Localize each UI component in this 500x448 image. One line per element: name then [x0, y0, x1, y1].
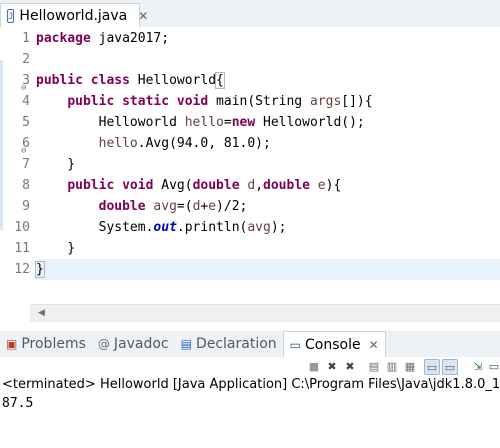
code-line-5: Helloworld hello=new Helloworld();	[98, 115, 365, 130]
tab-problems[interactable]: ▣ Problems	[0, 331, 92, 357]
scroll-left-icon[interactable]: ◀	[38, 305, 45, 322]
line-number: 10	[14, 220, 30, 235]
clear-console-icon[interactable]: ▤	[366, 359, 382, 375]
code-line-11: }	[36, 241, 76, 256]
tab-declaration[interactable]: ▤ Declaration	[175, 331, 283, 357]
line-number: 1	[22, 31, 30, 46]
declaration-icon: ▤	[180, 337, 192, 351]
line-number: 12	[14, 262, 30, 277]
fold-collapse-icon[interactable]: ⊖	[21, 146, 26, 156]
console-icon: ▭	[289, 337, 302, 352]
tab-declaration-label: Declaration	[195, 336, 277, 352]
line-number-ruler: 1 2 3 4 5 6 7 8 9 10 11 12	[10, 28, 30, 280]
code-line-7: }	[36, 157, 76, 172]
line-number: 4	[22, 94, 30, 109]
line-number: 5	[22, 115, 30, 130]
close-icon[interactable]: ✕	[369, 338, 379, 352]
tab-javadoc-label: Javadoc	[113, 336, 169, 352]
tab-console-label: Console	[305, 336, 361, 353]
show-on-stderr-icon[interactable]: ▭	[442, 359, 458, 375]
java-file-icon: J	[7, 8, 15, 23]
console-toolbar: ■ ✖ ✖ ▤ ▥ ▦ ▭ ▭ ⇲ ▭	[0, 357, 500, 377]
terminate-icon[interactable]: ■	[306, 359, 322, 375]
code-line-6: hello.Avg(94.0, 81.0);	[98, 136, 271, 151]
problems-icon: ▣	[6, 337, 18, 351]
line-number: 9	[22, 199, 30, 214]
code-line-9: double avg=(d+e)/2;	[98, 199, 248, 214]
console-status-line: <terminated> Helloworld [Java Applicatio…	[2, 377, 500, 392]
line-number: 2	[22, 52, 30, 67]
tab-console[interactable]: ▭ Console ✕	[282, 331, 386, 357]
code-content[interactable]: package java2017; public class Helloworl…	[35, 28, 500, 280]
word-wrap-icon[interactable]: ▦	[402, 359, 418, 375]
line-number: 8	[22, 178, 30, 193]
panel-tab-bar: ▣ Problems @ Javadoc ▤ Declaration ▭ Con…	[0, 331, 500, 357]
remove-launch-icon[interactable]: ✖	[324, 359, 340, 375]
display-console-icon[interactable]: ▭	[486, 359, 500, 375]
line-number: 11	[14, 241, 30, 256]
javadoc-icon: @	[97, 337, 110, 351]
fold-collapse-icon[interactable]: ⊖	[21, 83, 26, 93]
line-number: 7	[22, 157, 30, 172]
show-on-stdout-icon[interactable]: ▭	[424, 359, 440, 375]
tab-javadoc[interactable]: @ Javadoc	[92, 331, 175, 357]
close-icon[interactable]: ✕	[138, 9, 148, 23]
code-line-12: }	[35, 259, 500, 280]
pin-console-icon[interactable]: ⇲	[470, 359, 486, 375]
code-line-8: public void Avg(double d,double e){	[67, 178, 342, 193]
tab-problems-label: Problems	[21, 336, 86, 352]
editor-tab-title: Helloworld.java	[19, 7, 128, 24]
editor-tab-helloworld[interactable]: J Helloworld.java ✕	[0, 3, 148, 27]
code-line-4: public static void main(String args[]){	[67, 94, 373, 109]
console-output[interactable]: 87.5	[2, 396, 33, 411]
code-line-3: public class Helloworld{	[36, 72, 225, 89]
scope-marker	[0, 60, 3, 230]
code-line-1: package java2017;	[36, 31, 170, 46]
line-number: 6	[22, 136, 30, 151]
code-line-10: System.out.println(avg);	[98, 220, 287, 235]
remove-all-launches-icon[interactable]: ✖	[342, 359, 358, 375]
horizontal-scrollbar[interactable]: ◀	[30, 304, 500, 322]
scroll-lock-icon[interactable]: ▥	[384, 359, 400, 375]
line-number: 3	[22, 73, 30, 88]
